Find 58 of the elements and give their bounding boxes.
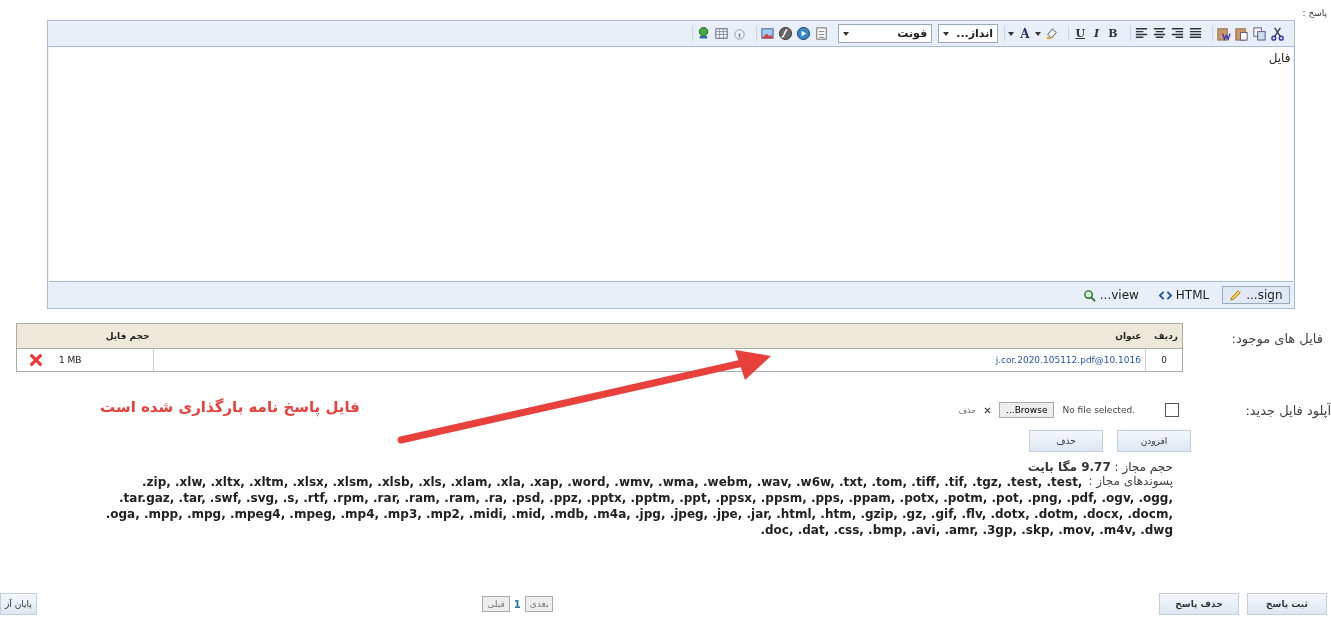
format-button[interactable]: B <box>1105 27 1121 40</box>
action-button[interactable]: ثبت پاسخ <box>1247 593 1327 615</box>
allowed-size-text: حجم مجاز : 9.77 مگا بایت <box>1027 460 1173 474</box>
image-icon[interactable] <box>760 26 776 41</box>
editor-content[interactable]: فایل <box>48 47 1293 282</box>
table-icon[interactable] <box>714 26 730 41</box>
caret-icon <box>843 31 850 36</box>
previous-page-button[interactable]: قبلی <box>482 596 510 612</box>
extensions-text: .tar.gaz, .tar, .swf, .svg, .s, .rtf, .rpm, .rar, .ram, .ram, .ra, .psd, .ppz, .pptx, .pptm, .ppt, .ppsx, .ppsm, .pps, .ppam, .potx, .potm, .pot, .png, .pdf, .ogv, .ogg, <box>119 490 1173 506</box>
paste-icon[interactable] <box>1233 26 1249 41</box>
justify-icon[interactable] <box>1187 26 1203 41</box>
delete-icon[interactable] <box>29 353 43 367</box>
browse-button[interactable]: Browse... <box>999 402 1055 418</box>
close-icon[interactable] <box>984 406 992 414</box>
column-header: حجم فایل <box>55 323 154 349</box>
action-button[interactable]: حذف پاسخ <box>1159 593 1239 615</box>
align-left-icon[interactable] <box>1133 26 1149 41</box>
media-icon[interactable] <box>796 26 812 41</box>
checkbox[interactable] <box>1165 403 1179 417</box>
editor-mode-tab[interactable]: HTML <box>1151 286 1217 304</box>
pencil-icon <box>1229 288 1243 302</box>
extensions-text: .zip, .xlw, .xltx, .xltm, .xlsx, .xlsm, .xlsb, .xls, .xlam, .xla, .xap, .word, .wmv, .wma, .webm, .wav, .w6w, .txt, .tom, .tiff, .tif, .tgz, .test, .test, <box>142 474 1083 490</box>
editor-mode-tab[interactable]: ...sign <box>1222 286 1290 304</box>
align-right-icon[interactable] <box>1169 26 1185 41</box>
format-button[interactable]: I <box>1091 27 1103 40</box>
table-cell: 1 MB <box>55 348 154 372</box>
column-header: ردیف <box>1145 323 1183 349</box>
align-center-icon[interactable] <box>1151 26 1167 41</box>
caret-icon[interactable] <box>1035 31 1042 36</box>
editor-mode-tab[interactable]: ...view <box>1075 286 1146 304</box>
file-link[interactable]: j.cor.2020.105112.pdf@10.1016 <box>995 355 1141 365</box>
upload-action-button[interactable]: افزودن <box>1117 430 1191 452</box>
copy-icon[interactable] <box>1251 26 1267 41</box>
magnifier-icon <box>1082 288 1096 302</box>
font-color-button[interactable]: A <box>1017 26 1033 41</box>
finish-button[interactable]: پایان آز <box>0 593 37 615</box>
upload-action-button[interactable]: حذف <box>1029 430 1103 452</box>
next-page-button[interactable]: بعدی <box>524 596 554 612</box>
existing-files-label: فایل های موجود: <box>1230 331 1323 346</box>
extensions-text: .doc, .dat, .css, .bmp, .avi, .amr, .3gp, .skp, .mov, .m4v, .dwg <box>760 522 1173 538</box>
format-button[interactable]: U <box>1072 27 1089 40</box>
font-select[interactable]: فونت <box>838 24 933 43</box>
caret-icon <box>943 31 950 36</box>
paste-word-icon[interactable] <box>1215 26 1231 41</box>
column-header: عنوان <box>153 323 1146 349</box>
annotation-text: فایل پاسخ نامه بارگذاری شده است <box>100 398 360 416</box>
cut-icon[interactable] <box>1269 26 1285 41</box>
extensions-text: .oga, .mpp, .mpg, .mpeg4, .mpeg, .mp4, .mp3, .mp2, .midi, .mid, .mdb, .m4a, .jpg, .jpeg, .jpe, .jar, .html, .htm, .gzip, .gz, .gif, .flv, .dotx, .dotm, .docx, .docm, <box>105 506 1173 522</box>
answer-label: پاسخ : <box>1302 8 1327 18</box>
page-number[interactable]: 1 <box>513 598 521 610</box>
table-cell: 0 <box>1145 348 1183 372</box>
caret-icon[interactable] <box>1008 31 1015 36</box>
editor-text: فایل <box>1268 51 1291 65</box>
upload-label: آپلود فایل جدید: <box>1244 402 1331 418</box>
extensions-label: پسوندهای مجاز : <box>1088 474 1173 490</box>
file-status: No file selected. <box>1062 405 1135 415</box>
size-select[interactable]: انداز... <box>938 24 999 43</box>
remove-link[interactable]: حذف <box>958 405 977 415</box>
